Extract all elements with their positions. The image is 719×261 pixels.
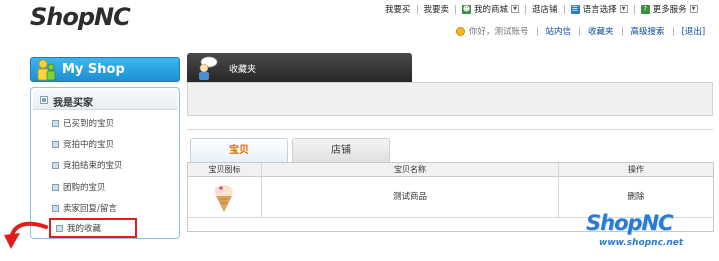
link-messages[interactable]: 站内信 (546, 25, 572, 37)
nav-browse-shops-label: 逛店铺 (532, 5, 558, 15)
section-divider (187, 129, 713, 130)
tab-shops-label: 店铺 (331, 145, 351, 156)
sidebar-item-label: 竞拍结束的宝贝 (63, 161, 123, 171)
tab-shops[interactable]: 店铺 (292, 138, 390, 162)
userbar-divider (672, 26, 674, 36)
buyer-menu: 我是买家 已买到的宝贝 竞拍中的宝贝 竞拍结束的宝贝 团购的宝贝 卖家回复/留言… (30, 87, 180, 239)
bullet-icon (52, 140, 59, 148)
language-icon: ☰ (570, 4, 580, 14)
logo-text-nc: NC (94, 3, 131, 31)
watermark-url: www.shopnc.net (599, 238, 684, 248)
sidebar-item-bid-ended[interactable]: 竞拍结束的宝贝 (31, 158, 179, 172)
link-favorites[interactable]: 收藏夹 (588, 25, 614, 37)
nav-divider (563, 4, 565, 14)
nav-divider (416, 4, 418, 14)
sidebar-item-purchased[interactable]: 已买到的宝贝 (31, 116, 179, 130)
link-advanced-search[interactable]: 高级搜索 (631, 25, 665, 37)
bullet-icon (56, 224, 63, 232)
my-shop-icon (37, 59, 56, 81)
table-header: 宝贝图标 宝贝名称 操作 (188, 163, 713, 177)
nav-browse-shops[interactable]: 逛店铺 (532, 3, 558, 15)
nav-more-services-label: 更多服务 (652, 5, 687, 15)
nav-divider (525, 4, 527, 14)
product-thumbnail[interactable] (210, 183, 238, 213)
chevron-down-icon[interactable]: ▼ (619, 5, 628, 13)
nav-buy[interactable]: 我要买 (385, 3, 411, 15)
red-arrow-icon (4, 221, 48, 249)
help-icon: ? (640, 4, 650, 14)
link-logout[interactable]: [退出] (682, 25, 706, 37)
sidebar-item-group-buy[interactable]: 团购的宝贝 (31, 180, 179, 194)
sidebar-item-label: 竞拍中的宝贝 (63, 140, 115, 150)
userbar-divider (536, 26, 538, 36)
my-shop-label: My Shop (62, 62, 125, 77)
sidebar-item-my-favorites[interactable]: 我的收藏 (49, 218, 137, 238)
nav-buy-label: 我要买 (385, 5, 411, 15)
top-navigation: 我要买 我要卖 ☻ 我的商城 ▼ 逛店铺 ☰ 语言选择 ▼ ? 更多服务 ▼ (385, 2, 698, 16)
column-header-icon: 宝贝图标 (208, 165, 241, 174)
tab-items[interactable]: 宝贝 (190, 138, 288, 162)
user-bar: 你好，测试账号 站内信 收藏夹 高级搜索 [退出] (456, 25, 705, 37)
tab-items-label: 宝贝 (229, 145, 249, 156)
userbar-divider (621, 26, 623, 36)
bullet-icon (52, 161, 59, 169)
sidebar-item-label: 已买到的宝贝 (63, 119, 115, 129)
buyer-menu-title: 我是买家 (53, 98, 93, 109)
smile-icon (456, 26, 465, 36)
nav-divider (455, 4, 457, 14)
nav-language-label: 语言选择 (582, 5, 617, 15)
buyer-menu-header[interactable]: 我是买家 (33, 90, 177, 110)
sidebar-item-label: 团购的宝贝 (63, 183, 106, 193)
watermark-brand: ShopNC (586, 211, 674, 235)
userbar-divider (579, 26, 581, 36)
favorites-tab-label: 收藏夹 (229, 65, 257, 75)
shopnc-watermark: ShopNC www.shopnc.net (586, 211, 683, 248)
nav-sell-label: 我要卖 (423, 5, 450, 15)
bullet-icon (52, 119, 59, 127)
column-header-name: 宝贝名称 (394, 165, 426, 174)
product-name[interactable]: 测试商品 (262, 178, 558, 216)
sidebar-item-seller-replies[interactable]: 卖家回复/留言 (31, 201, 179, 215)
nav-my-mall-label: 我的商城 (474, 5, 509, 15)
my-shop-header[interactable]: My Shop (30, 57, 180, 82)
greeting-text: 你好，测试账号 (469, 27, 529, 37)
favorites-icon (199, 56, 218, 80)
favorites-panel (187, 82, 713, 116)
collapse-icon (40, 96, 48, 104)
favorites-tab-header[interactable]: 收藏夹 (187, 53, 412, 83)
chevron-down-icon[interactable]: ▼ (511, 5, 520, 13)
nav-more-services[interactable]: ? 更多服务 ▼ (640, 3, 698, 15)
nav-language[interactable]: ☰ 语言选择 ▼ (570, 3, 628, 15)
sidebar-item-bidding[interactable]: 竞拍中的宝贝 (31, 137, 179, 151)
user-icon: ☻ (462, 4, 472, 14)
chevron-down-icon[interactable]: ▼ (689, 5, 698, 13)
sidebar-item-label: 我的收藏 (67, 224, 102, 234)
shopnc-logo[interactable]: ShopNC (30, 3, 131, 31)
logo-text-shop: Shop (30, 3, 95, 31)
sidebar-item-label: 卖家回复/留言 (63, 204, 117, 214)
bullet-icon (52, 183, 59, 191)
nav-divider (633, 4, 635, 14)
bullet-icon (52, 204, 59, 212)
nav-sell[interactable]: 我要卖 (424, 3, 450, 15)
column-header-action: 操作 (628, 165, 644, 174)
nav-my-mall[interactable]: ☻ 我的商城 ▼ (462, 3, 520, 15)
